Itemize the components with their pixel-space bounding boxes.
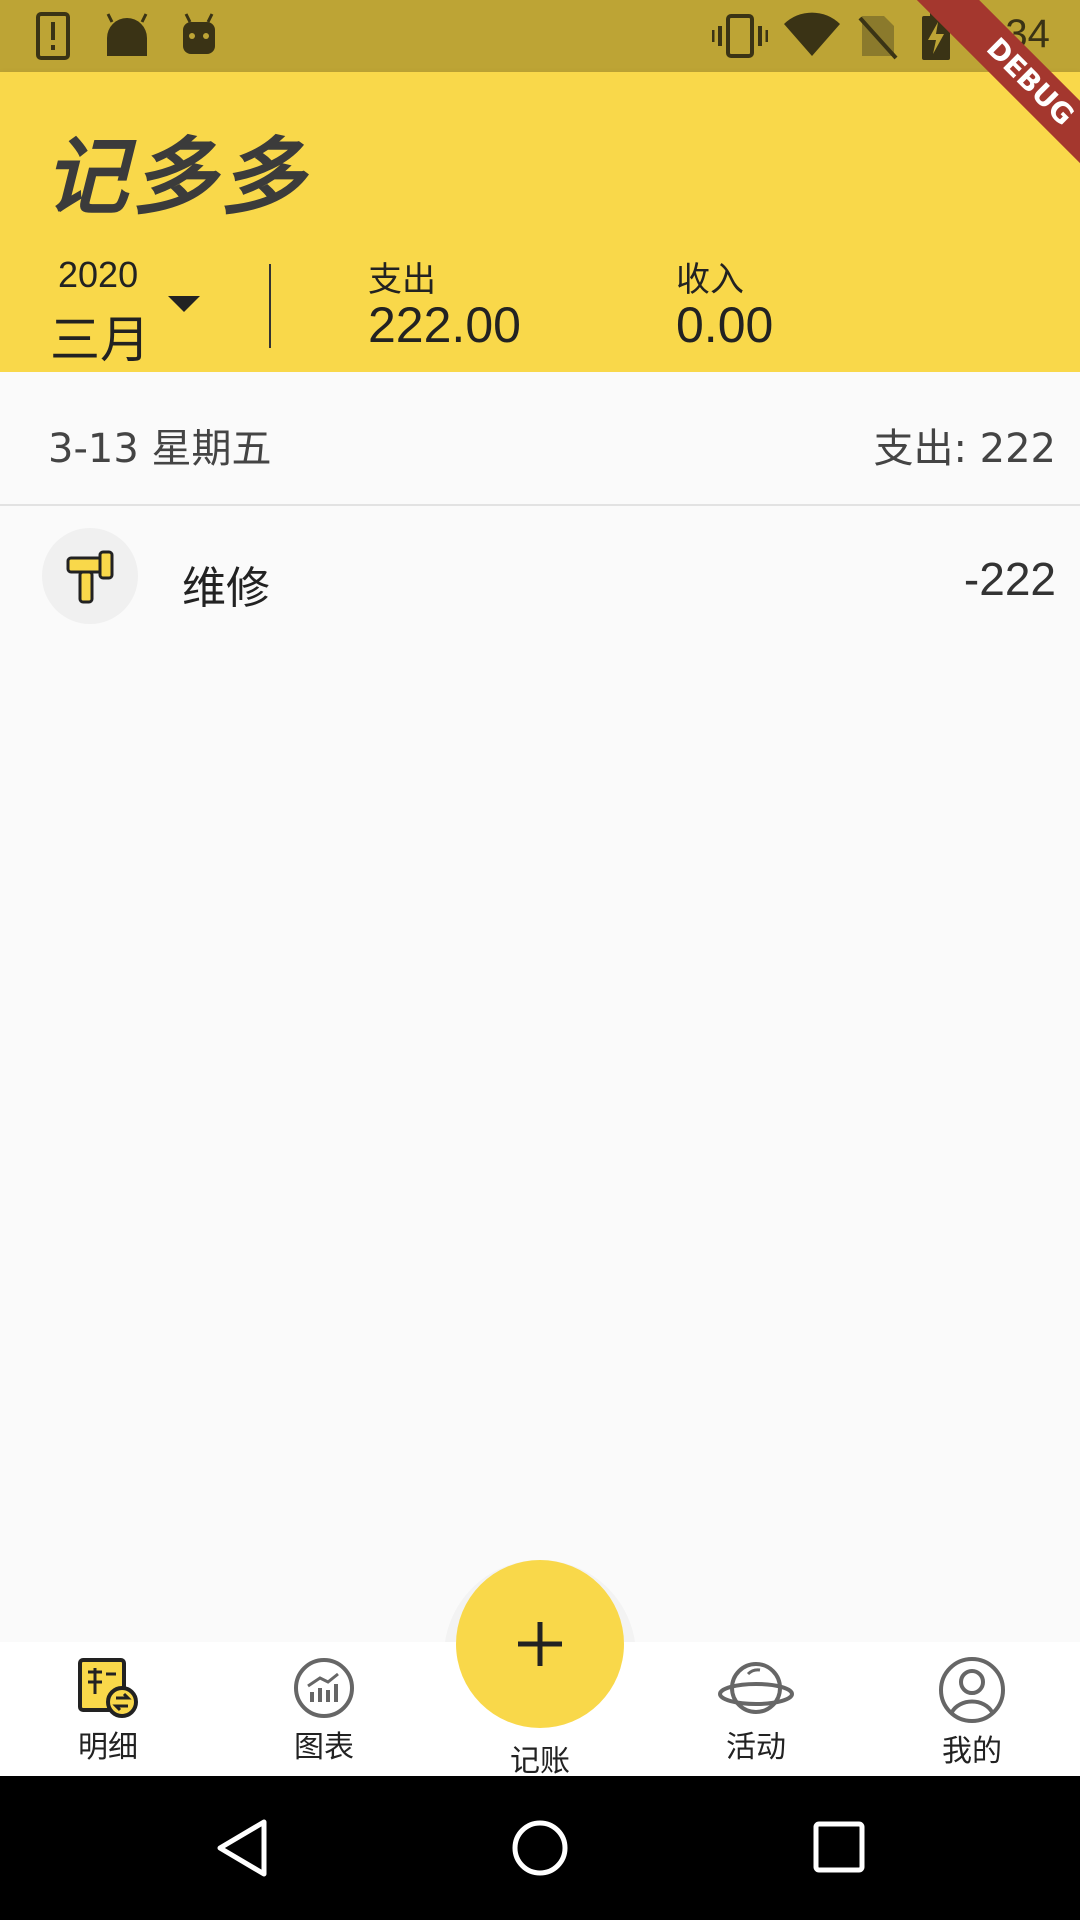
day-total: 支出: 222 [873, 426, 1056, 472]
nav-label-profile: 我的 [942, 1734, 1002, 1769]
header-divider [269, 264, 271, 348]
no-sim-icon [858, 16, 898, 60]
nav-label-details: 明细 [78, 1730, 138, 1765]
back-icon[interactable] [212, 1816, 272, 1880]
month-label: 三月 [50, 311, 150, 369]
income-value: 0.00 [676, 297, 774, 353]
nav-item-activity[interactable]: 活动 [696, 1656, 816, 1766]
home-icon[interactable] [510, 1816, 570, 1880]
planet-icon [718, 1662, 794, 1714]
alert-icon [36, 12, 70, 60]
nav-label-chart: 图表 [294, 1730, 354, 1765]
android-icon [106, 13, 148, 56]
year-label: 2020 [58, 254, 139, 295]
expense-label: 支出 [368, 260, 436, 300]
plus-icon [518, 1622, 562, 1666]
nav-item-chart[interactable]: 图表 [264, 1656, 384, 1766]
add-record-button[interactable] [456, 1560, 624, 1728]
day-date: 3-13 星期五 [48, 426, 272, 472]
entry-amount: -222 [963, 553, 1056, 605]
list-item[interactable]: 维修 -222 [0, 506, 1080, 648]
ledger-icon [78, 1658, 138, 1718]
income-label: 收入 [676, 260, 744, 300]
vibrate-icon [712, 14, 768, 58]
fab-label: 记账 [510, 1744, 570, 1779]
day-header: 3-13 星期五 支出: 222 [0, 372, 1080, 506]
nav-label-activity: 活动 [726, 1730, 786, 1765]
status-bar: 2:34 [0, 0, 1080, 72]
chart-icon [294, 1658, 354, 1718]
expense-value: 222.00 [368, 297, 521, 353]
system-nav-bar [0, 1776, 1080, 1920]
dropdown-caret-icon [168, 296, 200, 312]
nav-item-profile[interactable]: 我的 [912, 1656, 1032, 1770]
repair-icon [42, 528, 138, 624]
recents-icon[interactable] [812, 1818, 868, 1878]
wifi-icon [784, 12, 840, 57]
android-head-icon [183, 13, 215, 54]
nav-item-details[interactable]: 明细 [48, 1656, 168, 1766]
app-title: 记多多 [44, 128, 309, 226]
app-header: 记多多 2020 三月 支出 222.00 收入 0.00 [0, 72, 1080, 372]
entry-category: 维修 [182, 563, 270, 614]
profile-icon [939, 1657, 1005, 1723]
